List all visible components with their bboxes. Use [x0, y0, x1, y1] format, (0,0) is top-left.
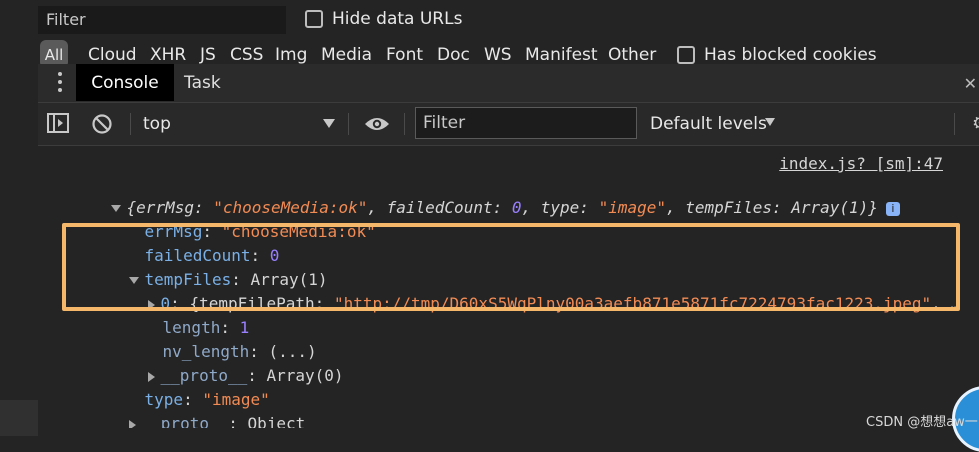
toolbar-divider [130, 113, 131, 135]
chevron-down-icon[interactable] [765, 118, 775, 126]
info-icon[interactable]: i [885, 201, 900, 216]
console-output: index.js? [sm]:47 {errMsg: "chooseMedia:… [38, 146, 979, 428]
more-tools-icon[interactable] [58, 72, 62, 96]
console-toolbar: top Filter Default levels ⚙ [38, 103, 979, 146]
type-filter-doc[interactable]: Doc [437, 45, 470, 64]
prop-array-proto[interactable]: __proto__: Array(0) [109, 343, 344, 385]
log-object-summary[interactable]: {errMsg: "chooseMedia:ok", failedCount: … [72, 175, 900, 217]
chevron-down-icon[interactable] [323, 119, 335, 128]
type-filter-xhr[interactable]: XHR [150, 45, 186, 64]
resource-type-filters: All Cloud XHR JS CSS Img Media Font Doc … [38, 40, 979, 64]
type-filter-media[interactable]: Media [321, 45, 372, 64]
type-filter-other[interactable]: Other [608, 45, 656, 64]
log-levels-dropdown[interactable]: Default levels [650, 114, 767, 134]
type-filter-all[interactable]: All [40, 40, 68, 64]
type-filter-css[interactable]: CSS [230, 45, 263, 64]
network-filter-bar: Filter Hide data URLs All Cloud XHR JS C… [0, 0, 979, 68]
prop-errmsg: errMsg: "chooseMedia:ok" [144, 222, 376, 241]
toolbar-divider [404, 113, 405, 135]
sidebar-toggle-icon[interactable] [47, 113, 69, 133]
drawer-tab-bar: Console Task ✕ [38, 64, 979, 103]
left-gutter [0, 0, 38, 436]
left-gutter-footer [0, 400, 38, 436]
toolbar-divider [954, 113, 955, 135]
close-drawer-icon[interactable]: ✕ [964, 74, 977, 93]
network-filter-input[interactable]: Filter [38, 6, 286, 34]
collapsed-triangle-icon[interactable] [128, 419, 136, 428]
blocked-cookies-label: Has blocked cookies [704, 45, 877, 64]
gear-icon[interactable]: ⚙ [972, 113, 979, 134]
tab-task[interactable]: Task [184, 64, 221, 101]
type-filter-font[interactable]: Font [386, 45, 423, 64]
type-filter-manifest[interactable]: Manifest [525, 45, 598, 64]
type-filter-ws[interactable]: WS [484, 45, 512, 64]
prop-object-proto[interactable]: __proto__: Object [90, 391, 305, 428]
context-selector[interactable]: top [143, 114, 171, 134]
source-link[interactable]: index.js? [sm]:47 [779, 154, 943, 173]
clear-console-icon[interactable] [91, 113, 113, 135]
toolbar-divider [348, 113, 349, 135]
type-filter-js[interactable]: JS [200, 45, 216, 64]
live-expression-eye-icon[interactable] [364, 115, 390, 133]
type-filter-cloud[interactable]: Cloud [88, 45, 137, 64]
prop-tempfiles[interactable]: tempFiles: Array(1) [90, 247, 328, 289]
blocked-cookies-checkbox[interactable] [677, 46, 695, 64]
prop-type: type: "image" [144, 390, 270, 409]
hide-data-urls-label: Hide data URLs [332, 9, 463, 29]
prop-length: length: 1 [162, 318, 250, 337]
tab-console[interactable]: Console [76, 64, 174, 101]
hide-data-urls-checkbox[interactable] [305, 10, 323, 28]
prop-tempfiles-item-0[interactable]: 0: {tempFilePath: "http://tmp/D60xS5WqPl… [109, 271, 960, 313]
prop-nv-length[interactable]: nv_length: (...) [124, 319, 317, 361]
type-filter-img[interactable]: Img [275, 45, 307, 64]
prop-failedcount: failedCount: 0 [144, 246, 280, 265]
console-filter-input[interactable]: Filter [415, 107, 637, 139]
watermark: CSDN @想想aw一 [866, 415, 978, 430]
